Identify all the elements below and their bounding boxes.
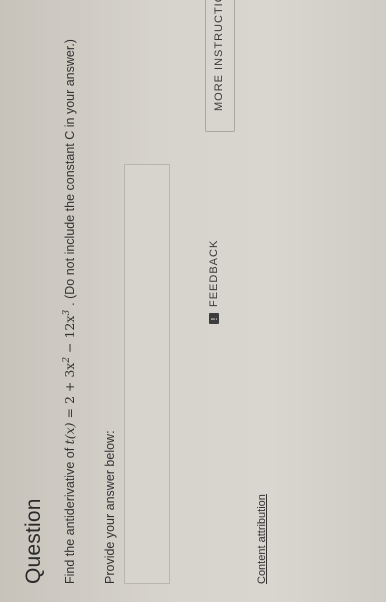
answer-input[interactable] [125, 161, 171, 583]
feedback-icon: ! [209, 313, 219, 324]
function-lhs: t(x) [62, 422, 78, 445]
answer-box[interactable] [124, 161, 171, 584]
content-attribution-link[interactable]: Content attribution [256, 494, 268, 584]
answer-label: Provide your answer below: [103, 430, 117, 584]
prompt-suffix: . (Do not include the constant C in your… [63, 39, 78, 306]
question-prompt: Find the antiderivative of t(x) = 2 + 3x… [62, 39, 77, 584]
exponent-3: 3 [62, 309, 72, 316]
more-instructions-label: MORE INSTRUCTIC [213, 0, 225, 111]
feedback-label: FEEDBACK [208, 239, 220, 307]
rotated-content: Question Find the antiderivative of t(x)… [0, 0, 386, 602]
function-rhs-1: = 2 + 3x [62, 362, 78, 419]
prompt-prefix: Find the antiderivative of [63, 447, 78, 584]
more-instructions-button[interactable]: MORE INSTRUCTIC [205, 0, 235, 132]
question-heading: Question [22, 498, 45, 584]
function-expression: t(x) = 2 + 3x2 − 12x3 [62, 306, 78, 445]
function-rhs-2: − 12x [62, 315, 78, 357]
screen-background: Question Find the antiderivative of t(x)… [0, 0, 386, 602]
feedback-button[interactable]: ! FEEDBACK [208, 240, 220, 324]
exponent-2: 2 [62, 356, 72, 363]
